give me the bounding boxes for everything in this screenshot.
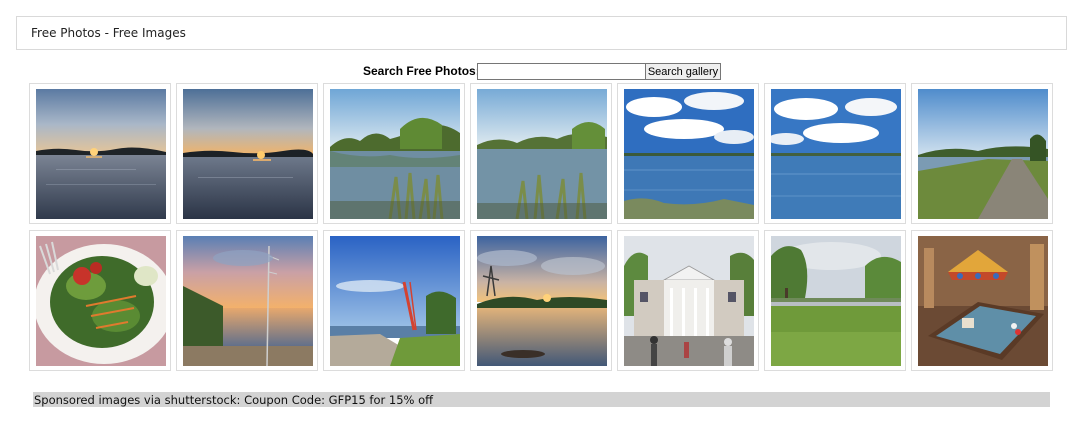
sponsor-text[interactable]: Sponsored images via shutterstock: Coupo… — [34, 393, 433, 407]
search-form: Search Free Photos: Search gallery — [0, 63, 1080, 81]
photo-park-lawn[interactable] — [771, 236, 901, 366]
gallery-tile[interactable] — [176, 230, 318, 371]
photo-salad-plate[interactable] — [36, 236, 166, 366]
gallery-tile[interactable] — [911, 83, 1053, 224]
gallery-tile[interactable] — [470, 83, 612, 224]
search-input[interactable] — [477, 63, 646, 80]
site-header: Free Photos - Free Images — [16, 16, 1067, 50]
search-label: Search Free Photos: — [363, 64, 480, 78]
photo-sunset-lake-1[interactable] — [36, 89, 166, 219]
gallery-tile[interactable] — [764, 83, 906, 224]
photo-sunset-shoreline[interactable] — [183, 236, 313, 366]
gallery-tile[interactable] — [617, 83, 759, 224]
photo-mansion[interactable] — [624, 236, 754, 366]
gallery-tile[interactable] — [617, 230, 759, 371]
gallery-tile[interactable] — [764, 230, 906, 371]
photo-harbor-crane[interactable] — [330, 236, 460, 366]
photo-lake-clouds-2[interactable] — [771, 89, 901, 219]
photo-billiards-room[interactable] — [918, 236, 1048, 366]
photo-river-sunset[interactable] — [477, 236, 607, 366]
gallery-tile[interactable] — [29, 83, 171, 224]
gallery-tile[interactable] — [470, 230, 612, 371]
gallery-tile[interactable] — [29, 230, 171, 371]
photo-lake-reeds-1[interactable] — [330, 89, 460, 219]
sponsor-banner[interactable]: Sponsored images via shutterstock: Coupo… — [33, 392, 1050, 407]
photo-lake-reeds-2[interactable] — [477, 89, 607, 219]
site-title[interactable]: Free Photos - Free Images — [31, 26, 186, 40]
gallery-tile[interactable] — [323, 230, 465, 371]
search-gallery-button[interactable]: Search gallery — [645, 63, 721, 80]
gallery-tile[interactable] — [323, 83, 465, 224]
photo-sunset-lake-2[interactable] — [183, 89, 313, 219]
gallery-tile[interactable] — [911, 230, 1053, 371]
photo-lake-clouds-1[interactable] — [624, 89, 754, 219]
gallery-tile[interactable] — [176, 83, 318, 224]
photo-lakeside-path[interactable] — [918, 89, 1048, 219]
